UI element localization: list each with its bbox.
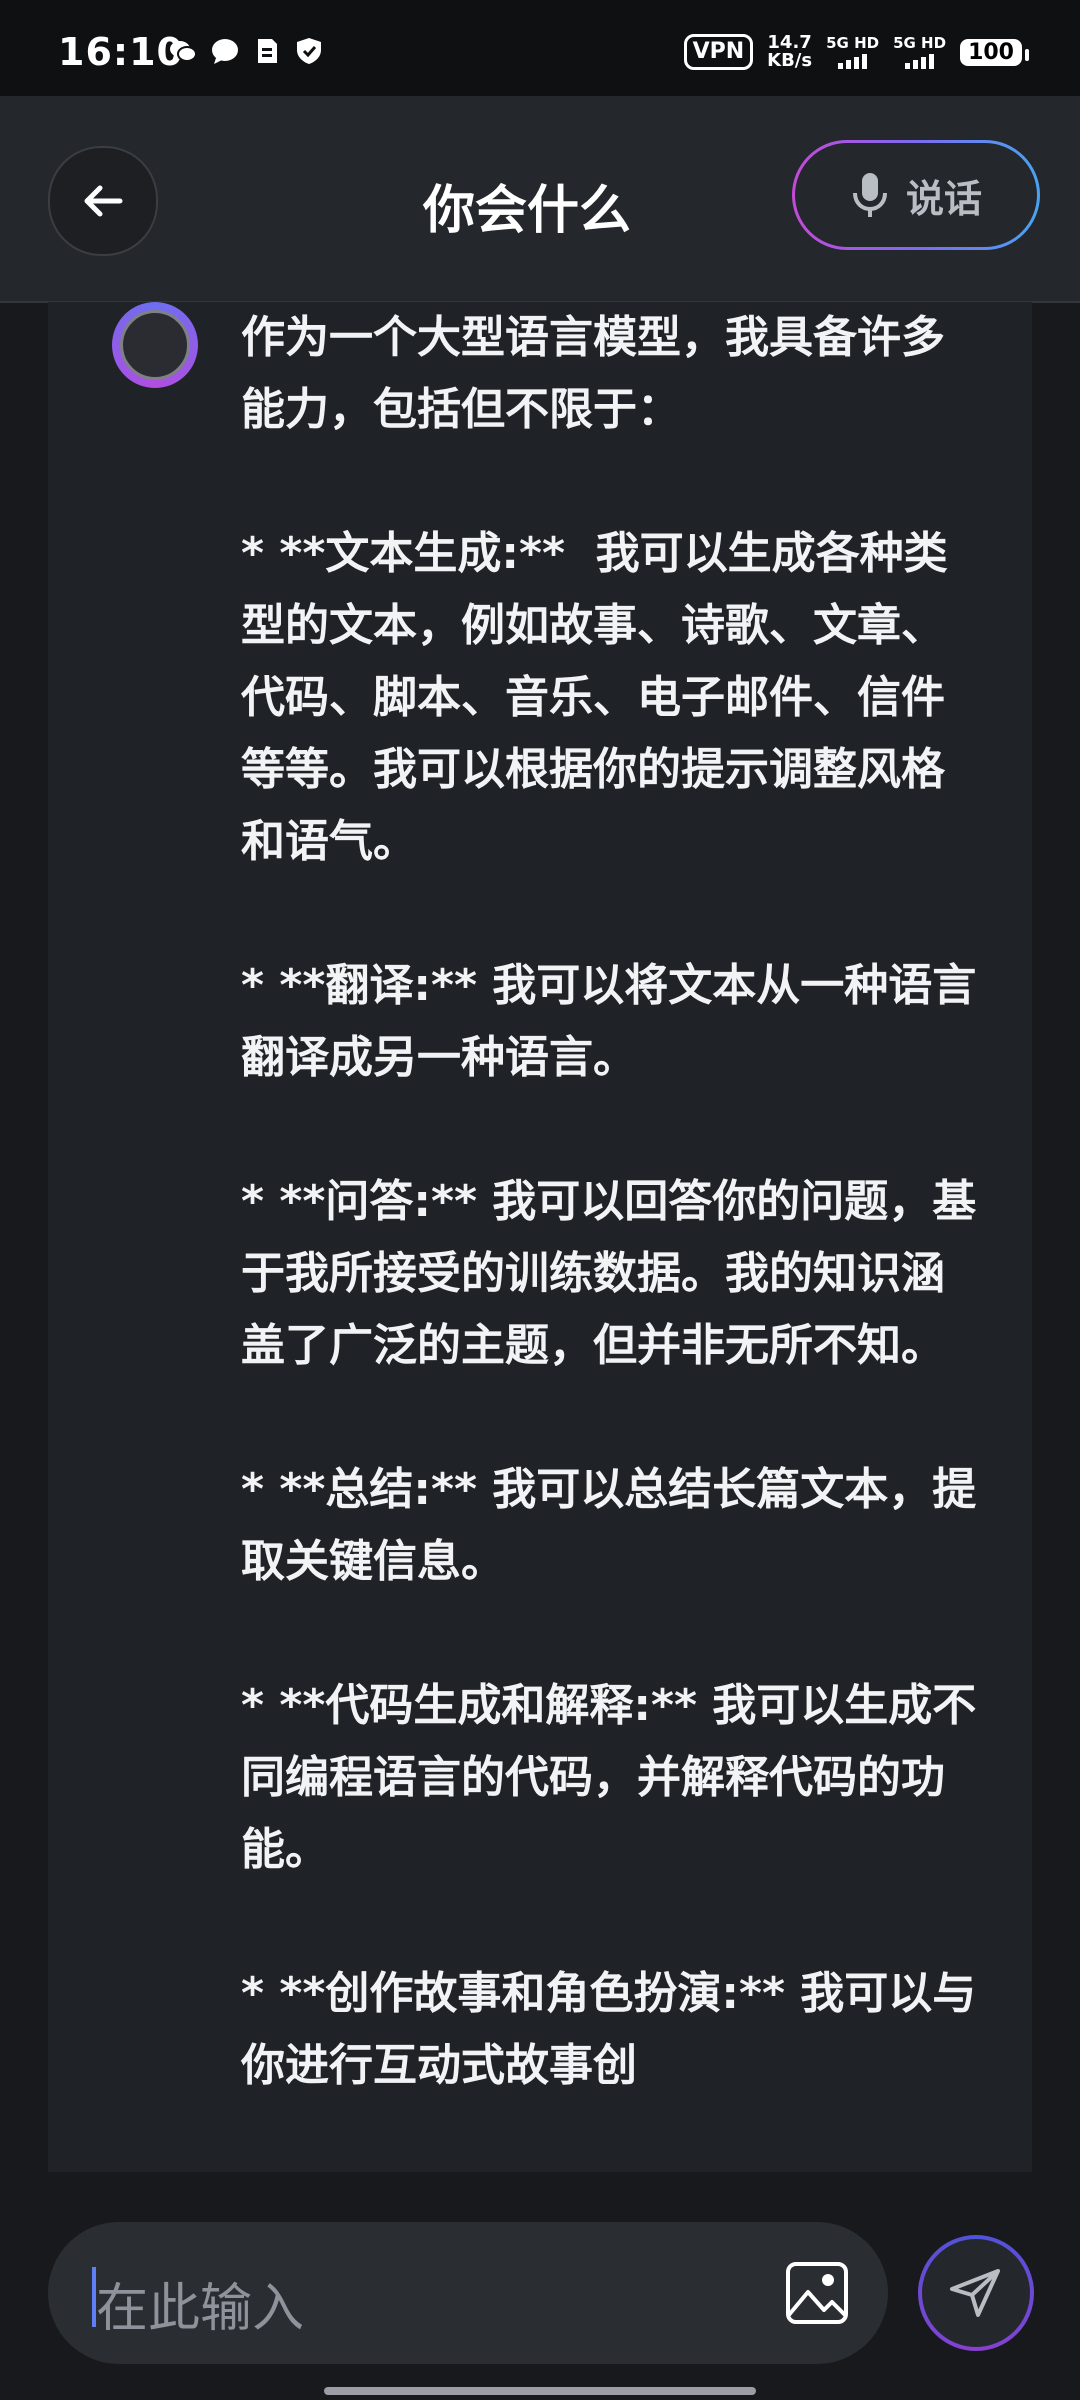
input-bar: 在此输入 bbox=[0, 2185, 1080, 2400]
talk-button-inner: 说话 bbox=[795, 143, 1037, 247]
signal-bars-icon bbox=[905, 53, 935, 69]
status-time: 16:10 bbox=[58, 30, 184, 74]
chat-area[interactable]: 作为一个大型语言模型，我具备许多能力，包括但不限于： * **文本生成:** 我… bbox=[48, 302, 1032, 2172]
talk-button-label: 说话 bbox=[905, 176, 982, 221]
shield-icon bbox=[297, 38, 321, 64]
status-bar: 16:10 VPN 14.7 KB/s 5G HD 5G HD 100 bbox=[0, 0, 1080, 96]
status-system-indicators: VPN 14.7 KB/s 5G HD 5G HD 100 bbox=[683, 34, 1029, 70]
vpn-badge: VPN bbox=[683, 34, 754, 70]
assistant-message: 作为一个大型语言模型，我具备许多能力，包括但不限于： * **文本生成:** 我… bbox=[241, 312, 977, 2091]
signal-sim2-label: 5G HD bbox=[893, 34, 947, 52]
send-icon bbox=[950, 2269, 1000, 2317]
message-input-placeholder: 在此输入 bbox=[96, 2279, 305, 2339]
send-button-inner bbox=[922, 2239, 1030, 2347]
image-upload-icon[interactable] bbox=[784, 2260, 850, 2326]
microphone-icon bbox=[852, 173, 887, 217]
network-speed: 14.7 KB/s bbox=[767, 34, 812, 70]
signal-sim1-label: 5G HD bbox=[826, 34, 880, 52]
status-notification-icons bbox=[168, 36, 324, 66]
speed-unit: KB/s bbox=[767, 50, 813, 71]
talk-button[interactable]: 说话 bbox=[792, 140, 1040, 250]
assistant-avatar bbox=[112, 302, 198, 388]
signal-bars-icon bbox=[838, 53, 868, 69]
battery-indicator: 100 bbox=[960, 38, 1029, 66]
send-button[interactable] bbox=[918, 2235, 1034, 2351]
message-input[interactable]: 在此输入 bbox=[48, 2222, 888, 2364]
signal-sim1: 5G HD bbox=[826, 35, 879, 69]
message-icon bbox=[212, 39, 238, 64]
wechat-icon bbox=[170, 41, 197, 62]
home-indicator[interactable] bbox=[324, 2387, 756, 2395]
signal-sim2: 5G HD bbox=[893, 35, 946, 69]
app-header: 你会什么 说话 bbox=[0, 96, 1080, 303]
sim-icon bbox=[258, 39, 277, 63]
